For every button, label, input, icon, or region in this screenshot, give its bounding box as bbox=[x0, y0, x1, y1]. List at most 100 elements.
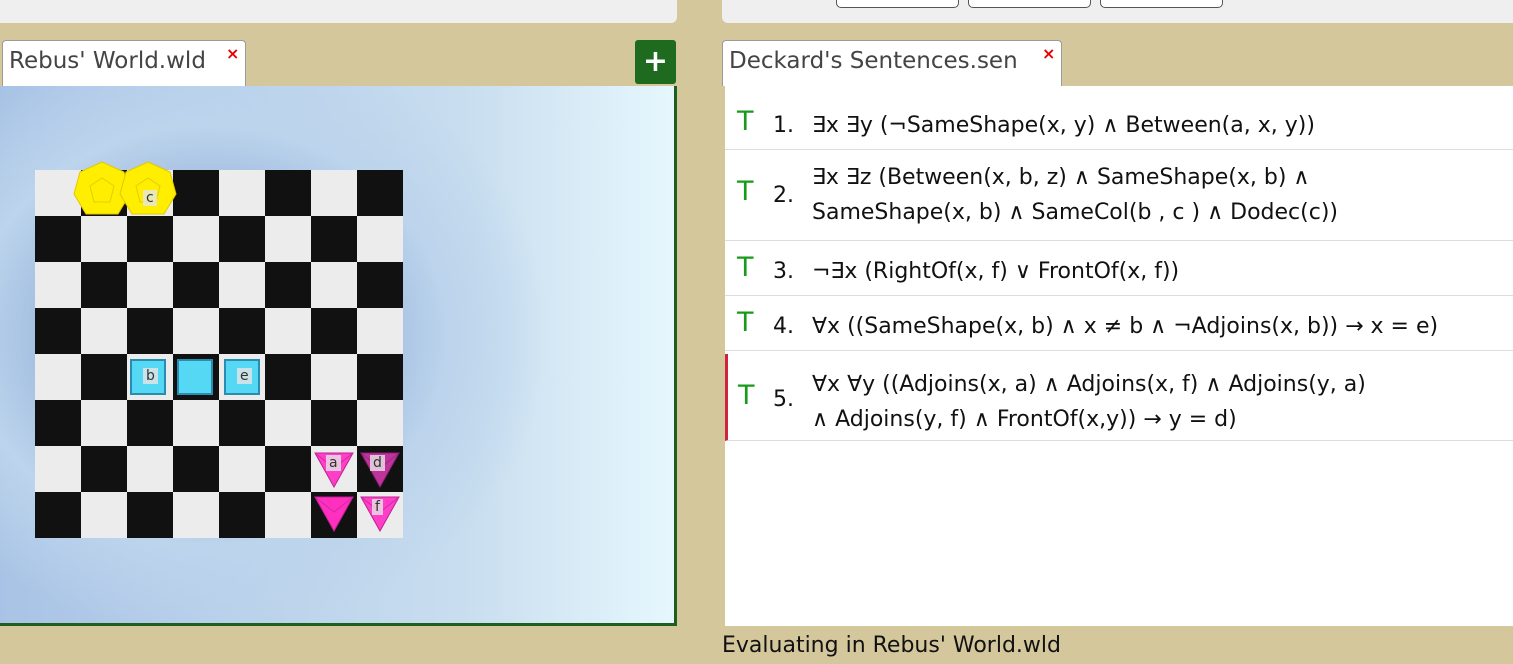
sentence-row-5[interactable]: T 5. ∀x ∀y ((Adjoins(x, a) ∧ Adjoins(x, … bbox=[725, 354, 1513, 441]
board-cell[interactable] bbox=[265, 492, 311, 538]
tetrahedron-piece[interactable] bbox=[314, 496, 354, 536]
sentence-row-2[interactable]: T 2. ∃x ∃z (Between(x, b, z) ∧ SameShape… bbox=[725, 150, 1513, 241]
piece-label-d: d bbox=[370, 455, 385, 471]
board-cell[interactable] bbox=[265, 170, 311, 216]
piece-label-e: e bbox=[237, 368, 252, 384]
board-cell[interactable] bbox=[265, 400, 311, 446]
piece-label-b: b bbox=[143, 368, 158, 384]
sentence-list: T 1. ∃x ∃y (¬SameShape(x, y) ∧ Between(a… bbox=[725, 86, 1513, 626]
cube-piece-e[interactable]: e bbox=[224, 359, 260, 395]
board-cell[interactable] bbox=[127, 446, 173, 492]
sentence-text-line: ∀x ((SameShape(x, b) ∧ x ≠ b ∧ ¬Adjoins(… bbox=[812, 314, 1439, 339]
board-cell[interactable] bbox=[357, 308, 403, 354]
cube-piece-b[interactable]: b bbox=[130, 359, 166, 395]
cube-piece[interactable] bbox=[177, 359, 213, 395]
sentence-text-line: ∀x ∀y ((Adjoins(x, a) ∧ Adjoins(x, f) ∧ … bbox=[812, 372, 1366, 397]
dodecahedron-piece-c[interactable]: c bbox=[118, 160, 178, 224]
board-cell[interactable] bbox=[127, 308, 173, 354]
board-cell[interactable] bbox=[35, 400, 81, 446]
board-cell[interactable] bbox=[311, 262, 357, 308]
sentence-text-line: ∃x ∃z (Between(x, b, z) ∧ SameShape(x, b… bbox=[812, 165, 1310, 190]
truth-value: T bbox=[738, 380, 755, 411]
board-cell[interactable] bbox=[173, 216, 219, 262]
board-cell[interactable] bbox=[127, 262, 173, 308]
sentence-number: 4. bbox=[773, 314, 794, 339]
board-cell[interactable] bbox=[219, 446, 265, 492]
tetrahedron-piece-f[interactable]: f bbox=[360, 496, 400, 536]
sentence-number: 3. bbox=[773, 259, 794, 284]
board-cell[interactable] bbox=[35, 308, 81, 354]
truth-value: T bbox=[737, 106, 754, 137]
close-icon[interactable]: × bbox=[1042, 44, 1055, 63]
board-cell[interactable] bbox=[219, 170, 265, 216]
truth-value: T bbox=[737, 252, 754, 283]
tab-world[interactable]: Rebus' World.wld × bbox=[2, 40, 246, 86]
toolbar-button-2[interactable] bbox=[968, 0, 1091, 8]
board-cell[interactable] bbox=[35, 354, 81, 400]
sentence-number: 2. bbox=[773, 183, 794, 208]
board-cell[interactable] bbox=[173, 492, 219, 538]
tetrahedron-icon bbox=[314, 496, 354, 533]
toolbar-button-3[interactable] bbox=[1100, 0, 1223, 8]
sentence-row-4[interactable]: T 4. ∀x ((SameShape(x, b) ∧ x ≠ b ∧ ¬Adj… bbox=[725, 296, 1513, 351]
toolbar-button-1[interactable] bbox=[836, 0, 959, 8]
sentence-toolbar bbox=[722, 0, 1513, 23]
board-cell[interactable] bbox=[35, 446, 81, 492]
board-cell[interactable] bbox=[81, 400, 127, 446]
world-toolbar bbox=[0, 0, 677, 23]
board-cell[interactable] bbox=[173, 308, 219, 354]
board-cell[interactable] bbox=[311, 354, 357, 400]
board-cell[interactable] bbox=[311, 400, 357, 446]
board-cell[interactable] bbox=[357, 400, 403, 446]
board-cell[interactable] bbox=[173, 400, 219, 446]
board-cell[interactable] bbox=[357, 216, 403, 262]
board-cell[interactable] bbox=[265, 308, 311, 354]
board-cell[interactable] bbox=[219, 492, 265, 538]
board-cell[interactable] bbox=[265, 446, 311, 492]
board-cell[interactable] bbox=[219, 400, 265, 446]
board-cell[interactable] bbox=[81, 492, 127, 538]
board-cell[interactable] bbox=[81, 446, 127, 492]
board-cell[interactable] bbox=[265, 216, 311, 262]
board-cell[interactable] bbox=[81, 308, 127, 354]
board-cell[interactable] bbox=[311, 170, 357, 216]
sentence-number: 1. bbox=[773, 113, 794, 138]
tetrahedron-piece-d[interactable]: d bbox=[360, 452, 400, 492]
board-cell[interactable] bbox=[357, 262, 403, 308]
board-cell[interactable] bbox=[219, 308, 265, 354]
piece-label-f: f bbox=[372, 499, 383, 515]
board-cell[interactable] bbox=[35, 492, 81, 538]
board-cell[interactable] bbox=[357, 354, 403, 400]
board-cell[interactable] bbox=[311, 308, 357, 354]
board-cell[interactable] bbox=[81, 262, 127, 308]
piece-label-c: c bbox=[143, 190, 157, 206]
truth-value: T bbox=[737, 176, 754, 207]
sentence-row-1[interactable]: T 1. ∃x ∃y (¬SameShape(x, y) ∧ Between(a… bbox=[725, 86, 1513, 150]
tetrahedron-piece-a[interactable]: a bbox=[314, 452, 354, 492]
board-cell[interactable] bbox=[265, 354, 311, 400]
tab-sentences[interactable]: Deckard's Sentences.sen × bbox=[722, 40, 1062, 86]
sentence-text-line: SameShape(x, b) ∧ SameCol(b , c ) ∧ Dode… bbox=[812, 200, 1339, 225]
board-cell[interactable] bbox=[173, 170, 219, 216]
board-cell[interactable] bbox=[81, 354, 127, 400]
board-cell[interactable] bbox=[265, 262, 311, 308]
sentence-number: 5. bbox=[773, 387, 794, 412]
board-cell[interactable] bbox=[357, 170, 403, 216]
board-cell[interactable] bbox=[311, 216, 357, 262]
truth-value: T bbox=[737, 307, 754, 338]
sentence-row-3[interactable]: T 3. ¬∃x (RightOf(x, f) ∨ FrontOf(x, f)) bbox=[725, 241, 1513, 296]
board-cell[interactable] bbox=[127, 492, 173, 538]
board-cell[interactable] bbox=[219, 216, 265, 262]
add-tab-button[interactable]: + bbox=[635, 40, 676, 84]
board-cell[interactable] bbox=[173, 446, 219, 492]
tab-world-label: Rebus' World.wld bbox=[9, 48, 206, 74]
sentence-text-line: ∃x ∃y (¬SameShape(x, y) ∧ Between(a, x, … bbox=[812, 113, 1315, 138]
board-cell[interactable] bbox=[127, 400, 173, 446]
sentence-text-line: ¬∃x (RightOf(x, f) ∨ FrontOf(x, f)) bbox=[812, 259, 1180, 284]
board-cell[interactable] bbox=[219, 262, 265, 308]
board-cell[interactable] bbox=[173, 262, 219, 308]
close-icon[interactable]: × bbox=[226, 44, 239, 63]
world-view[interactable]: c b e a d f bbox=[0, 86, 677, 626]
board-cell[interactable] bbox=[35, 262, 81, 308]
sentence-text-line: ∧ Adjoins(y, f) ∧ FrontOf(x,y)) → y = d) bbox=[812, 407, 1237, 432]
